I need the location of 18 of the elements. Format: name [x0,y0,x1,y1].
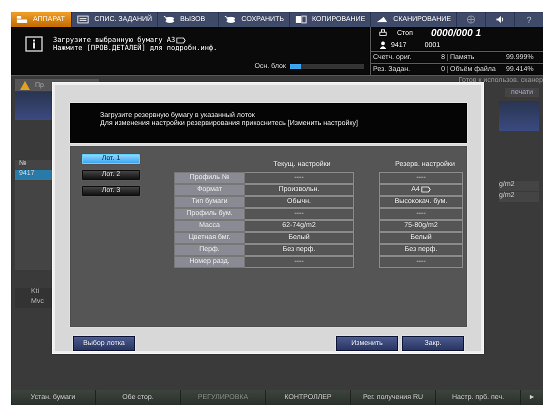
disk-stack-icon [224,15,236,24]
disk-stack-icon [163,15,176,24]
scanner-icon [376,15,388,24]
printer-icon [379,29,387,37]
list-icon [77,15,90,24]
background-panel [499,101,539,131]
printer-icon [16,15,28,24]
help-button[interactable]: ? [515,12,543,27]
speaker-icon [494,15,506,24]
paper-icon [176,36,186,44]
warning-icon [19,80,31,90]
globe-icon [465,15,477,24]
sound-button[interactable] [486,12,514,27]
copy-icon [294,15,307,24]
user-icon [379,41,387,49]
paper-icon [420,186,431,194]
info-icon [25,36,43,52]
job-counter: 0000/000 1 [431,28,482,38]
